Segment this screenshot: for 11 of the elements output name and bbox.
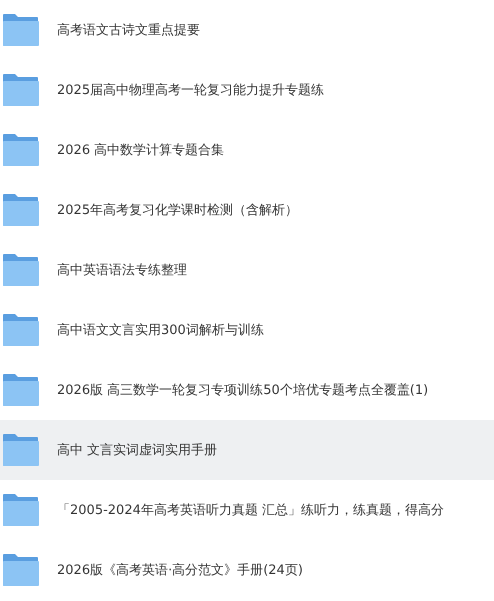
folder-icon [2, 433, 40, 467]
folder-icon [2, 253, 40, 287]
folder-icon [2, 73, 40, 107]
folder-icon [2, 493, 40, 527]
folder-item[interactable]: 高中 文言实词虚词实用手册 [0, 420, 494, 480]
folder-icon [2, 373, 40, 407]
folder-icon [2, 13, 40, 47]
folder-icon [2, 193, 40, 227]
folder-icon [2, 313, 40, 347]
folder-icon [2, 133, 40, 167]
folder-icon [2, 553, 40, 587]
